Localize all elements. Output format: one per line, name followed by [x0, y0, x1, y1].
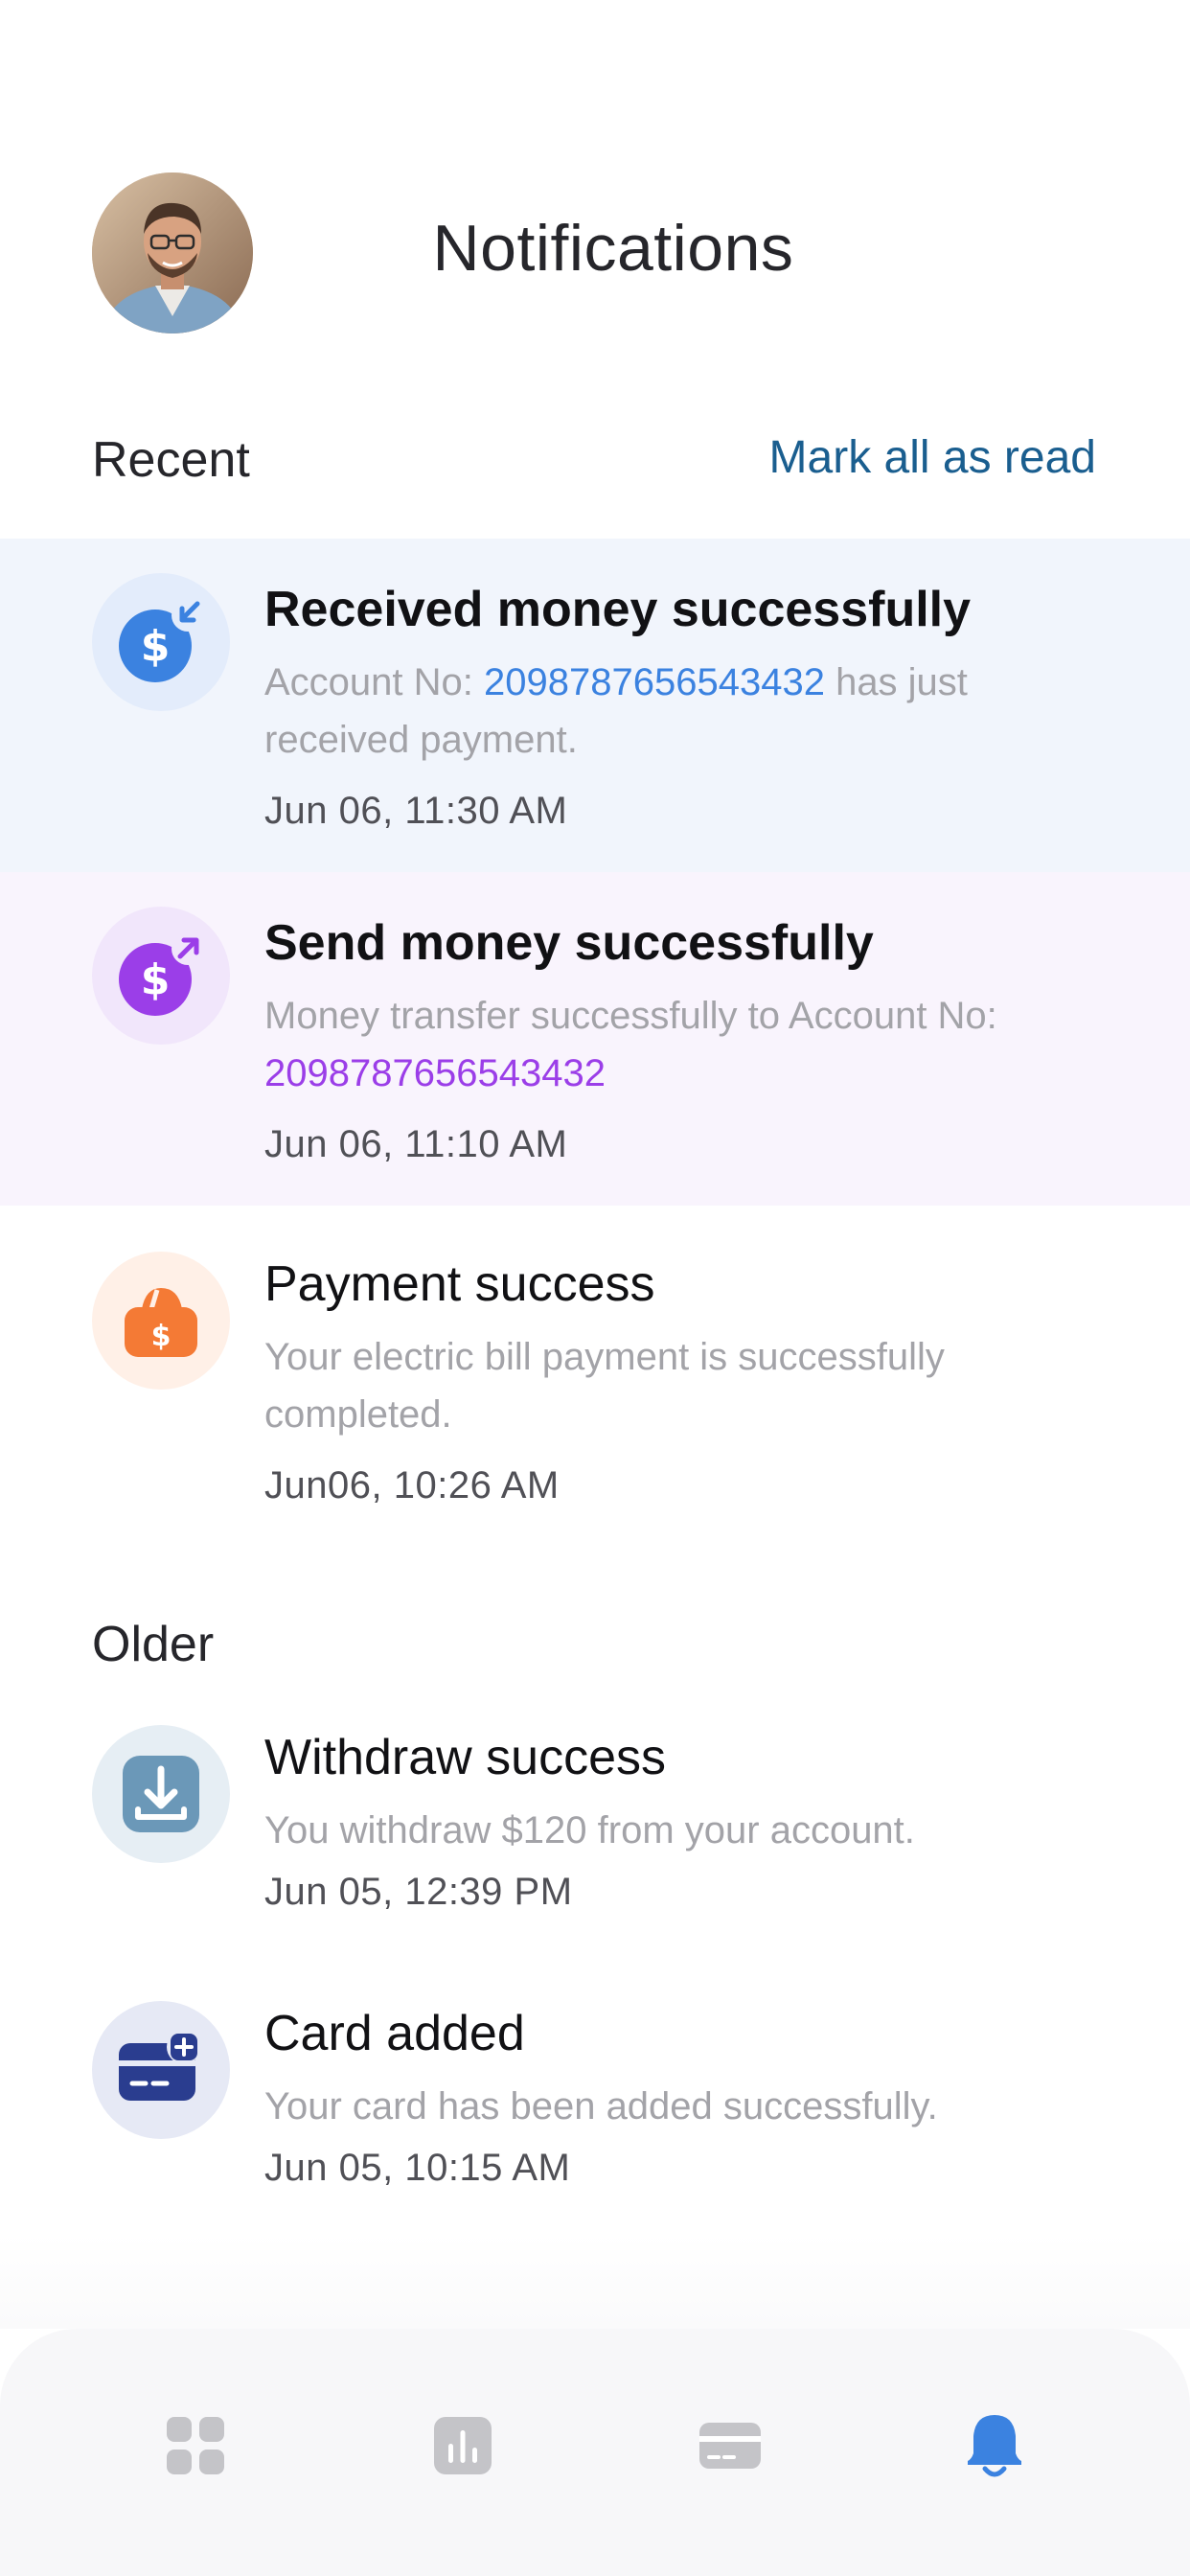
page-title: Notifications: [432, 212, 794, 285]
notification-body-prefix: Account No:: [264, 661, 485, 703]
notification-icon-bg: $: [92, 573, 230, 711]
bottom-tab-bar: [0, 2329, 1190, 2576]
notification-title: Payment success: [264, 1256, 655, 1312]
bell-icon: [968, 2415, 1021, 2477]
mark-all-read-link[interactable]: Mark all as read: [769, 431, 1096, 484]
notification-icon-bg: [92, 1725, 230, 1863]
dollar-incoming-icon: $: [119, 599, 204, 682]
notification-body: Your card has been added successfully.: [264, 2085, 938, 2128]
notification-body: Money transfer successfully to Account N…: [264, 987, 1060, 1102]
notification-body: Your electric bill payment is successful…: [264, 1336, 945, 1436]
notification-title: Withdraw success: [264, 1730, 666, 1785]
header: Notifications: [0, 0, 1190, 383]
wallet-dollar-icon: $: [125, 1288, 197, 1357]
card-add-icon: [119, 2030, 201, 2101]
grid-icon: [167, 2417, 224, 2474]
notification-time: Jun 06, 11:30 AM: [264, 790, 568, 832]
notification-time: Jun 06, 11:10 AM: [264, 1123, 568, 1165]
bottom-fade: [0, 2233, 1190, 2329]
notification-time: Jun 05, 10:15 AM: [264, 2147, 571, 2189]
account-number: 2098787656543432: [484, 661, 825, 703]
section-label-recent: Recent: [92, 432, 250, 488]
bar-chart-icon: [434, 2417, 492, 2474]
notification-icon-bg: $: [92, 907, 230, 1045]
notification-icon-bg: $: [92, 1252, 230, 1390]
tab-dashboard[interactable]: [149, 2400, 241, 2492]
svg-text:$: $: [141, 622, 171, 671]
notification-item-sent[interactable]: $ Send money successfully Money transfer…: [0, 872, 1190, 1206]
notification-item-card[interactable]: Card added Your card has been added succ…: [0, 1955, 1190, 2214]
section-label-older: Older: [92, 1617, 215, 1672]
tab-statistics[interactable]: [417, 2400, 509, 2492]
notification-body-prefix: Money transfer successfully to Account N…: [264, 995, 997, 1037]
account-number: 2098787656543432: [264, 1052, 606, 1094]
notification-icon-bg: [92, 2001, 230, 2139]
notification-body: You withdraw $120 from your account.: [264, 1809, 915, 1852]
notification-time: Jun06, 10:26 AM: [264, 1464, 560, 1506]
svg-text:$: $: [151, 1320, 172, 1353]
notification-time: Jun 05, 12:39 PM: [264, 1871, 573, 1913]
notification-title: Received money successfully: [264, 582, 972, 637]
tab-cards[interactable]: [684, 2400, 776, 2492]
dollar-outgoing-icon: $: [119, 932, 204, 1016]
tab-notifications[interactable]: [949, 2400, 1041, 2492]
notification-title: Send money successfully: [264, 915, 874, 971]
notification-title: Card added: [264, 2006, 525, 2061]
credit-card-icon: [699, 2423, 761, 2469]
notification-body: Account No: 2098787656543432 has just re…: [264, 654, 1060, 769]
notification-item-received[interactable]: $ Received money successfully Account No…: [0, 539, 1190, 872]
withdraw-download-icon: [123, 1756, 199, 1832]
svg-text:$: $: [141, 955, 171, 1004]
notification-item-withdraw[interactable]: Withdraw success You withdraw $120 from …: [0, 1677, 1190, 1936]
notification-item-payment[interactable]: $ Payment success Your electric bill pay…: [0, 1206, 1190, 1531]
